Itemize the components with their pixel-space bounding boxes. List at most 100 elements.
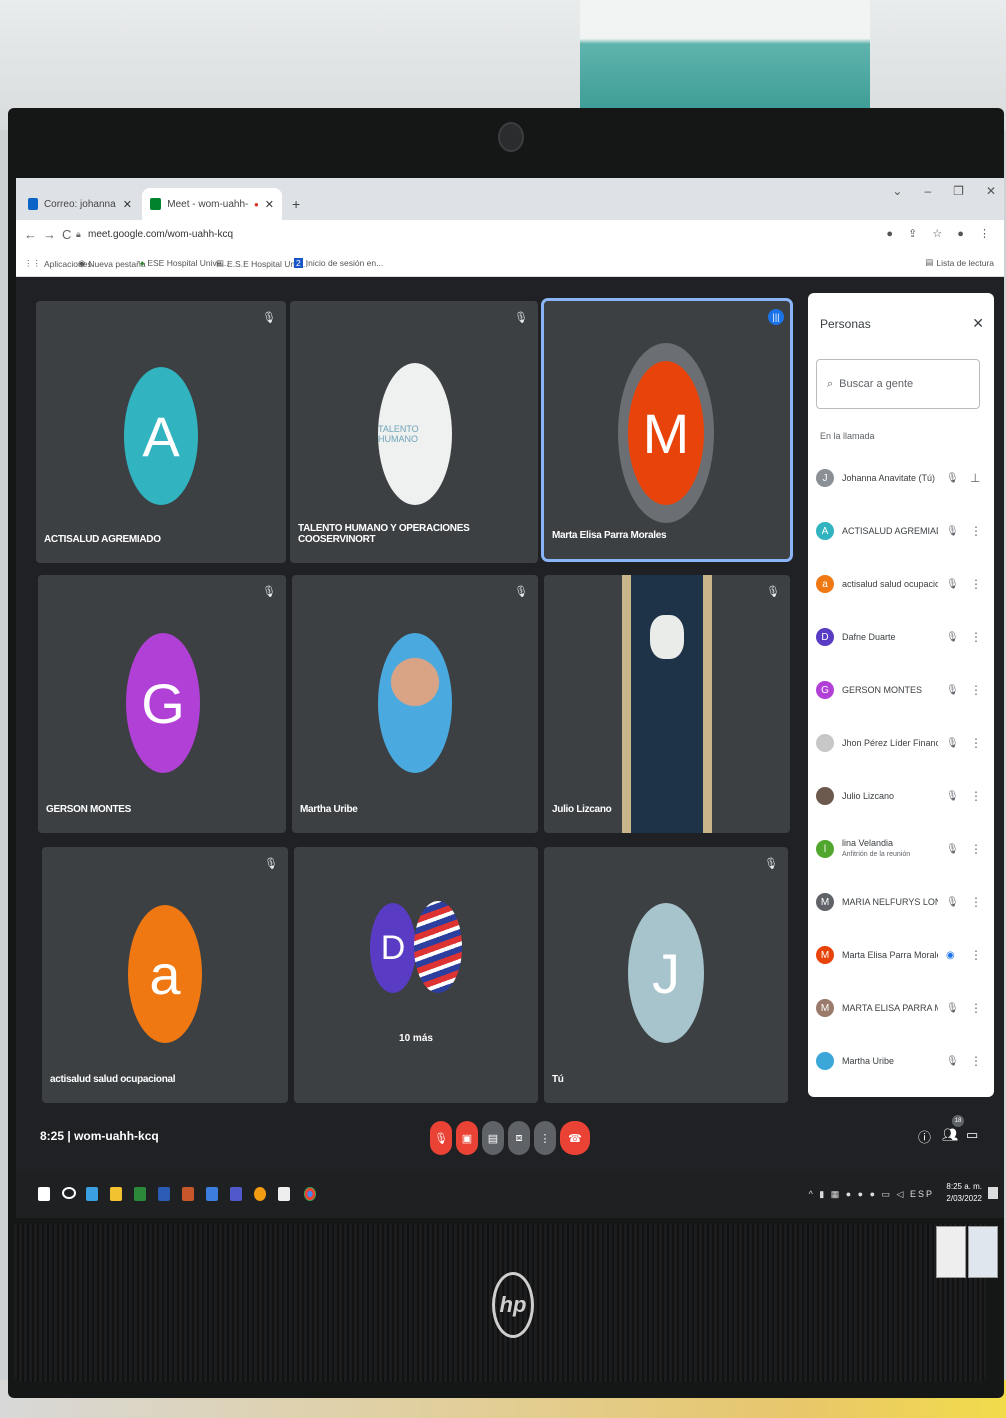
more-options-button[interactable]: ⋮ [534,1121,556,1155]
close-window-icon[interactable]: ✕ [986,184,996,198]
tab-outlook[interactable]: Correo: johanna anavitate - Outl ✕ [20,188,140,220]
more-vert-icon[interactable]: ⋮ [970,524,982,538]
avatar: A [816,522,834,540]
app-icon[interactable] [206,1187,218,1201]
more-vert-icon[interactable]: ⋮ [970,1001,982,1015]
mic-off-icon: 🎙︎ [946,525,959,537]
close-icon[interactable]: ✕ [265,198,274,211]
participant-row[interactable]: D Dafne Duarte 🎙︎ ⋮ [816,616,988,658]
mic-off-icon: 🎙︎ [946,896,959,908]
face-mask [650,615,684,659]
search-input[interactable]: ⌕ Buscar a gente [816,359,980,409]
more-vert-icon[interactable]: ⋮ [970,842,982,856]
participant-name: Jhon Pérez Líder Financie... [842,737,938,749]
more-vert-icon[interactable]: ⋮ [970,736,982,750]
mic-off-icon: 🎙︎ [766,586,780,598]
participant-tile[interactable]: D 10 más [294,847,538,1103]
intel-core-sticker [968,1226,998,1278]
chat-button[interactable]: ▭ [966,1127,978,1143]
more-vert-icon[interactable]: ⋮ [970,630,982,644]
participant-row[interactable]: A ACTISALUD AGREMIADO 🎙︎ ⋮ [816,510,988,552]
people-button[interactable]: 👥︎ [942,1127,959,1143]
app-icon[interactable] [278,1187,290,1201]
powerpoint-icon[interactable] [182,1187,194,1201]
meet-icon [150,198,162,210]
participant-name: actisalud salud ocupacional [50,1074,176,1085]
restore-icon[interactable]: ❐ [953,184,964,198]
captions-icon: ▤ [487,1132,499,1145]
participant-row[interactable]: Martha Uribe 🎙︎ ⋮ [816,1040,988,1082]
participant-row[interactable]: M MARIA NELFURYS LOND... 🎙︎ ⋮ [816,881,988,923]
participant-row[interactable]: l lina Velandia Anfitrión de la reunión 🎙︎ ⋮ [816,828,988,870]
participant-name: Julio Lizcano [842,790,938,802]
participant-row[interactable]: M Marta Elisa Parra Morales ◉ ⋮ [816,934,988,976]
close-icon[interactable]: ✕ [123,198,132,211]
pin-icon[interactable]: ⊥ [970,471,980,485]
avatar: M [816,893,834,911]
people-icon: 👥︎ [942,1127,959,1142]
notifications-icon[interactable] [988,1187,998,1199]
minimize-icon[interactable]: – [924,184,931,198]
url-field[interactable]: meet.google.com/wom-uahh-kcq [88,229,233,240]
more-vert-icon[interactable]: ⋮ [970,577,982,591]
leave-call-button[interactable]: ☎ [560,1121,590,1155]
word-icon[interactable] [158,1187,170,1201]
file-explorer-icon[interactable] [110,1187,122,1201]
taskbar-clock[interactable]: 8:25 a. m. 2/03/2022 [946,1181,982,1205]
more-vert-icon[interactable]: ⋮ [970,1054,982,1068]
avatar: M [816,999,834,1017]
participant-tile[interactable]: 🎙︎ TALENTO HUMANO TALENTO HUMANO Y OPERA… [290,301,538,563]
mic-toggle-button[interactable]: 🎙︎ [430,1121,452,1155]
nav-buttons[interactable]: ←→C [24,227,77,242]
participant-row[interactable]: a actisalud salud ocupacio... 🎙︎ ⋮ [816,563,988,605]
captions-button[interactable]: ▤ [482,1121,504,1155]
participant-row[interactable]: Julio Lizcano 🎙︎ ⋮ [816,775,988,817]
participant-tile[interactable]: ||| M Marta Elisa Parra Morales [541,298,793,562]
participant-tile[interactable]: 🎙︎ J Tú [544,847,788,1103]
tab-search-icon[interactable]: ⌄ [892,184,902,198]
energy-star-sticker [936,1226,966,1278]
close-icon[interactable]: ✕ [972,315,984,332]
participant-name-text: Marta Elisa Parra Morales [842,950,938,960]
more-vert-icon[interactable]: ⋮ [970,948,982,962]
system-tray[interactable]: ^ ▮ ▦ ● ● ● ▭ ◁ ESP [809,1189,934,1200]
new-tab-button[interactable]: + [284,188,308,220]
bookmark-login[interactable]: 2 Inicio de sesión en... [294,258,383,268]
excel-icon[interactable] [134,1187,146,1201]
task-view-icon[interactable] [86,1187,98,1201]
more-vert-icon[interactable]: ⋮ [970,789,982,803]
teams-icon[interactable] [230,1187,242,1201]
toolbar-icons[interactable]: ● ⇪ ☆ ● ⋮ [886,227,996,240]
participant-tile[interactable]: 🎙︎ A ACTISALUD AGREMIADO [36,301,286,563]
camera-toggle-button[interactable]: ▣ [456,1121,478,1155]
present-icon: ⧈ [515,1131,523,1144]
search-icon[interactable] [62,1187,76,1199]
info-button[interactable]: ⓘ [918,1127,931,1146]
bookmark-label: Nueva pestaña [88,258,146,269]
more-vert-icon[interactable]: ⋮ [970,895,982,909]
participant-tile[interactable]: 🎙︎ a actisalud salud ocupacional [42,847,288,1103]
more-vert-icon[interactable]: ⋮ [970,683,982,697]
info-icon: ⓘ [918,1130,932,1145]
participant-tile[interactable]: 🎙︎ Julio Lizcano [544,575,790,833]
mic-off-icon: 🎙︎ [946,1055,959,1067]
participant-tile[interactable]: 🎙︎ Martha Uribe [292,575,538,833]
avatar: J [628,903,704,1043]
bookmark-new-tab[interactable]: ◉ Nueva pestaña [78,258,146,269]
participant-row[interactable]: M MARTA ELISA PARRA MO... 🎙︎ ⋮ [816,987,988,1029]
firefox-icon[interactable] [254,1187,266,1201]
participant-tile[interactable]: 🎙︎ G GERSON MONTES [38,575,286,833]
windows-start-icon[interactable] [38,1187,50,1201]
chrome-icon[interactable] [304,1187,316,1201]
reading-list-icon: ▤ [925,257,934,267]
mic-off-icon: 🎙︎ [946,684,959,696]
tab-meet[interactable]: Meet - wom-uahh-kcq ● ✕ [142,188,282,220]
participant-row[interactable]: G GERSON MONTES 🎙︎ ⋮ [816,669,988,711]
present-button[interactable]: ⧈ [508,1121,530,1155]
participant-row[interactable]: Jhon Pérez Líder Financie... 🎙︎ ⋮ [816,722,988,764]
monitor-screen: Correo: johanna anavitate - Outl ✕ Meet … [16,178,1004,1218]
participant-row[interactable]: J Johanna Anavitate (Tú) 🎙︎ ⊥ [816,457,988,499]
avatar: J [816,469,834,487]
mic-off-icon: 🎙︎ [946,790,959,802]
reading-list[interactable]: ▤ Lista de lectura [925,257,994,268]
